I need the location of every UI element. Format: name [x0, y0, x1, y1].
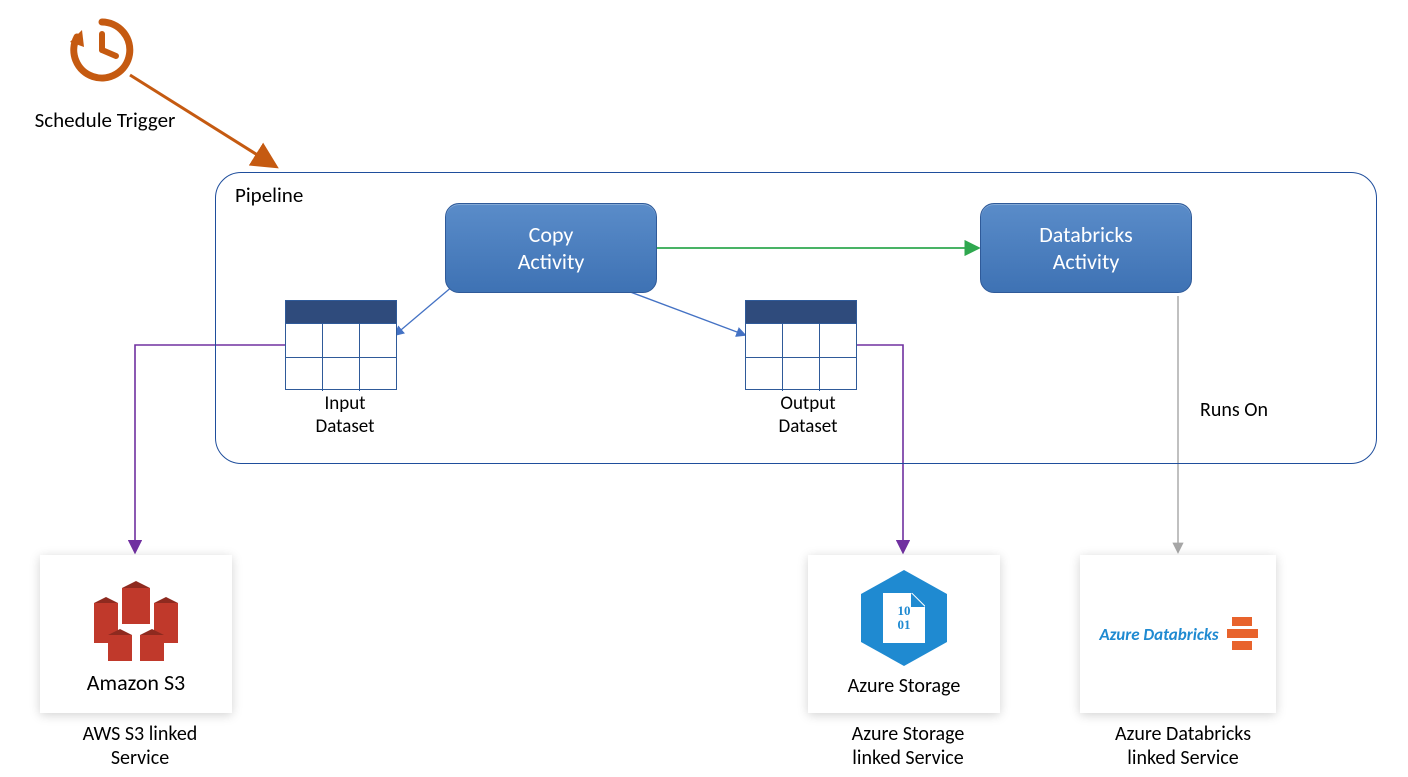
output-dataset-label: Output Dataset	[743, 393, 873, 439]
runs-on-label: Runs On	[1200, 398, 1268, 422]
azure-databricks-card: Azure Databricks	[1080, 555, 1276, 713]
copy-activity: Copy Activity	[445, 203, 657, 293]
pipeline-title: Pipeline	[235, 182, 303, 208]
azure-storage-card: 10 01 Azure Storage	[808, 555, 1000, 713]
databricks-icon	[1227, 614, 1257, 654]
azure-storage-caption: Azure Storage linked Service	[808, 722, 1008, 770]
schedule-trigger-icon	[62, 12, 142, 92]
aws-s3-logo-text: Amazon S3	[87, 669, 185, 696]
aws-s3-caption: AWS S3 linked Service	[40, 722, 240, 770]
schedule-trigger-label: Schedule Trigger	[15, 108, 195, 133]
aws-s3-icon	[76, 573, 196, 673]
aws-s3-card: Amazon S3	[40, 555, 232, 713]
input-dataset-icon	[285, 300, 397, 390]
diagram-canvas: Schedule Trigger Pipeline Copy Activity …	[0, 0, 1408, 777]
databricks-activity: Databricks Activity	[980, 203, 1192, 293]
output-dataset-icon	[745, 300, 857, 390]
azure-databricks-caption: Azure Databricks linked Service	[1078, 722, 1288, 770]
input-dataset-label: Input Dataset	[285, 393, 405, 439]
azure-databricks-logo-text: Azure Databricks	[1099, 624, 1218, 645]
azure-storage-icon: 10 01	[861, 570, 947, 666]
azure-storage-logo-text: Azure Storage	[848, 674, 961, 698]
